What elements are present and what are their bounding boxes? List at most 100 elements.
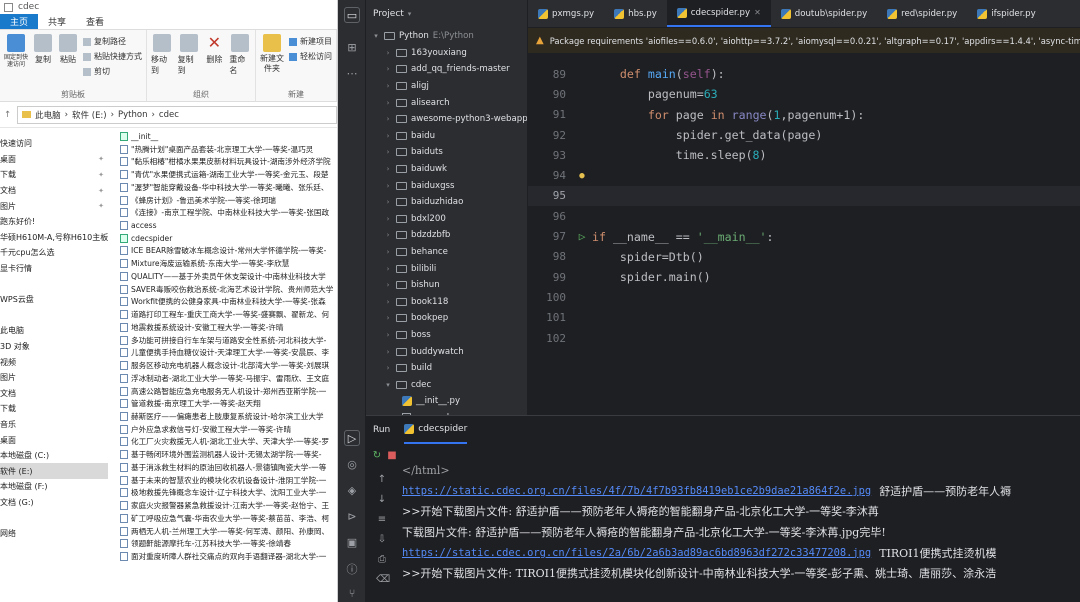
nav-item[interactable]: 千元cpu怎么选 bbox=[0, 245, 108, 261]
nav-item[interactable]: WPS云盘 bbox=[0, 292, 108, 308]
nav-item[interactable]: 此电脑 bbox=[0, 323, 108, 339]
nav-item[interactable]: 软件 (E:) bbox=[0, 463, 108, 480]
nav-item[interactable] bbox=[0, 276, 108, 292]
nav-item[interactable]: 视频 bbox=[0, 354, 108, 370]
code-area[interactable]: 89 def main(self): 90 pagenum = 63 91 for … bbox=[528, 64, 1080, 348]
paste-shortcut-button[interactable]: 粘贴快捷方式 bbox=[83, 51, 142, 62]
tree-node[interactable]: › awesome-python3-webapp bbox=[366, 111, 527, 128]
nav-item[interactable]: 图片 ✦ bbox=[0, 198, 108, 214]
tree-node[interactable]: › buddywatch bbox=[366, 343, 527, 360]
file-row[interactable]: "热腾计划"桌面产品套装-北京理工大学-一等奖-温巧灵 bbox=[120, 143, 337, 156]
tab-share[interactable]: 共享 bbox=[38, 14, 76, 29]
nav-item[interactable]: 显卡行情 bbox=[0, 261, 108, 277]
file-row[interactable]: 浮冰制动者-湖北工业大学-一等奖-马振宇、雷雨欣、王文庭 bbox=[120, 372, 337, 385]
run-config-tab[interactable]: cdecspider bbox=[404, 416, 468, 444]
folder-icon[interactable]: ▭ bbox=[344, 7, 360, 23]
file-row[interactable]: 面对重度听障人群社交痛点的双向手语翻译器-湖北大学-一 bbox=[120, 550, 337, 563]
up-arrow-icon[interactable]: ↑ bbox=[4, 110, 11, 120]
console-link[interactable]: https://static.cdec.org.cn/files/2a/6b/2… bbox=[402, 547, 871, 559]
trash-icon[interactable]: ⌫ bbox=[376, 574, 390, 586]
nav-item[interactable]: 网络 bbox=[0, 526, 108, 542]
move-to-button[interactable]: 移动到 bbox=[151, 34, 173, 89]
tree-node[interactable]: ▾ cdec bbox=[366, 376, 527, 393]
copy-path-button[interactable]: 复制路径 bbox=[83, 36, 142, 47]
copy-to-button[interactable]: 复制到 bbox=[178, 34, 200, 89]
project-header[interactable]: Project ▾ bbox=[366, 0, 527, 28]
tree-root[interactable]: ▾ Python E:\Python bbox=[366, 28, 527, 45]
file-row[interactable]: 极地救援先锋概念车设计-辽宁科技大学、沈阳工业大学-一 bbox=[120, 487, 337, 500]
file-row[interactable]: 地震救援系统设计-安徽工程大学-一等奖-许晴 bbox=[120, 321, 337, 334]
tree-node[interactable]: › baidu bbox=[366, 128, 527, 145]
file-row[interactable]: 两栖无人机-兰州理工大学-一等奖-何军涛、颜阳、孙康岡、 bbox=[120, 525, 337, 538]
nav-item[interactable]: 文档 (G:) bbox=[0, 495, 108, 511]
tree-node[interactable]: › book118 bbox=[366, 294, 527, 311]
nav-item[interactable]: 下载 bbox=[0, 401, 108, 417]
run-tab-label[interactable]: Run bbox=[373, 425, 390, 435]
breadcrumb[interactable]: 此电脑 › 软件 (E:) › Python › cdec bbox=[17, 105, 337, 124]
nav-item[interactable]: 文档 ✦ bbox=[0, 183, 108, 199]
editor-tab[interactable]: cdecspider.py ✕ bbox=[666, 0, 771, 27]
tree-node[interactable]: › bilibili bbox=[366, 260, 527, 277]
file-row[interactable]: 儿童便携手持血糖仪设计-天津理工大学-一等奖-安晨辰、李 bbox=[120, 346, 337, 359]
file-row[interactable]: "黏乐相椿"柑橘水果果皮新材料玩具设计-湖南涉外经济学院 bbox=[120, 155, 337, 168]
editor-tab[interactable]: ifspider.py bbox=[967, 0, 1046, 27]
close-icon[interactable]: ✕ bbox=[754, 8, 761, 17]
tree-node[interactable]: › bdzdzbfb bbox=[366, 227, 527, 244]
new-folder-button[interactable]: 新建文件夹 bbox=[260, 34, 284, 89]
nav-item[interactable]: 跑东好价! bbox=[0, 214, 108, 230]
scroll-to-end-icon[interactable]: ⇩ bbox=[376, 534, 388, 546]
breadcrumb-item[interactable]: 软件 (E:) bbox=[72, 109, 107, 121]
tree-node[interactable]: › 163youxiang bbox=[366, 45, 527, 62]
file-row[interactable]: 户外应急求救信号灯-安徽工程大学-一等奖-许晴 bbox=[120, 423, 337, 436]
file-row[interactable]: cdecspider bbox=[120, 232, 337, 245]
file-row[interactable]: 化工厂火灾救援无人机-湖北工业大学、天津大学-一等奖-罗 bbox=[120, 436, 337, 449]
tree-node[interactable]: › add_qq_friends-master bbox=[366, 61, 527, 78]
tree-node[interactable]: › boss bbox=[366, 327, 527, 344]
pin-quick-access-button[interactable]: 固定到快速访问 bbox=[4, 34, 28, 89]
file-row[interactable]: 赫斯医疗——偏瘫患者上肢康复系统设计-哈尔滨工业大学 bbox=[120, 410, 337, 423]
soft-wrap-icon[interactable]: ≡ bbox=[376, 514, 388, 526]
file-row[interactable]: SAVER毒贩咬伤救治系统-北海艺术设计学院、贵州师范大学 bbox=[120, 283, 337, 296]
editor-tab[interactable]: pxmgs.py bbox=[528, 0, 604, 27]
file-row[interactable]: 矿工呼吸应急气囊-华南农业大学-一等奖-蔡苗苗、李浩、柯 bbox=[120, 512, 337, 525]
file-row[interactable]: 高速公路智能应急充电服务无人机设计-郑州西亚斯学院-一 bbox=[120, 385, 337, 398]
tree-node[interactable]: __init__.py bbox=[366, 393, 527, 410]
nav-item[interactable]: 下载 ✦ bbox=[0, 167, 108, 183]
paste-button[interactable]: 粘贴 bbox=[58, 34, 78, 89]
easy-access-button[interactable]: 轻松访问 bbox=[289, 51, 332, 62]
tree-node[interactable]: › baiduzhidao bbox=[366, 194, 527, 211]
file-row[interactable]: 家庭火灾报警器紧急救援设计-江南大学-一等奖-赵怡宁、王 bbox=[120, 499, 337, 512]
tree-node[interactable]: › aligj bbox=[366, 78, 527, 95]
file-row[interactable]: QUALITY——基于外卖员午休支架设计-中南林业科技大学 bbox=[120, 270, 337, 283]
nav-item[interactable]: 音乐 bbox=[0, 417, 108, 433]
tree-node[interactable]: › build bbox=[366, 360, 527, 377]
git-icon[interactable]: ⑂ bbox=[344, 586, 360, 602]
nav-item[interactable]: 文档 bbox=[0, 386, 108, 402]
file-row[interactable]: 《连接》-南京工程学院、中南林业科技大学-一等奖-张国政 bbox=[120, 206, 337, 219]
tree-node[interactable]: › bdxl200 bbox=[366, 211, 527, 228]
file-row[interactable]: 《蜂房计划》-鲁迅美术学院-一等奖-徐珂瑞 bbox=[120, 194, 337, 207]
more-icon[interactable]: ⋯ bbox=[344, 66, 360, 82]
services-icon[interactable]: ⊳ bbox=[344, 509, 360, 525]
nav-item[interactable] bbox=[0, 510, 108, 526]
tree-node[interactable]: › baiduxgss bbox=[366, 177, 527, 194]
file-row[interactable]: 服务区移动充电机器人概念设计-北部湾大学-一等奖-刘展琪 bbox=[120, 359, 337, 372]
console-output[interactable]: </html> https://static.cdec.org.cn/files/… bbox=[402, 460, 1080, 584]
file-row[interactable]: 管道救援-南京理工大学-一等奖-赵天翔 bbox=[120, 397, 337, 410]
stop-icon[interactable]: ■ bbox=[386, 450, 398, 462]
terminal-icon[interactable]: ▣ bbox=[344, 535, 360, 551]
python-console-icon[interactable]: ◎ bbox=[344, 457, 360, 473]
file-row[interactable]: 多功能可拼接自行车车架与道路安全性系统-河北科技大学- bbox=[120, 334, 337, 347]
tab-home[interactable]: 主页 bbox=[0, 14, 39, 29]
file-row[interactable]: 基于未来的智慧农业的模块化农机设备设计-淮阴工学院-一 bbox=[120, 474, 337, 487]
file-row[interactable]: 道路打印工程车-重庆工商大学-一等奖-盛赛飘、翟新龙、何 bbox=[120, 308, 337, 321]
tree-node[interactable]: › baiduwk bbox=[366, 161, 527, 178]
structure-icon[interactable]: ⊞ bbox=[344, 40, 360, 56]
file-row[interactable]: 基于畅闭环境外围监测机器人设计-无锡太湖学院-一等奖- bbox=[120, 448, 337, 461]
file-row[interactable]: ICE BEAR除雪破冰车概念设计-常州大学怀德学院-一等奖- bbox=[120, 245, 337, 258]
delete-button[interactable]: ✕ 删除 bbox=[204, 34, 224, 89]
cut-button[interactable]: 剪切 bbox=[83, 66, 142, 77]
nav-item[interactable] bbox=[0, 308, 108, 324]
editor-tab[interactable]: doutub\spider.py bbox=[771, 0, 877, 27]
nav-item[interactable]: 本地磁盘 (F:) bbox=[0, 479, 108, 495]
